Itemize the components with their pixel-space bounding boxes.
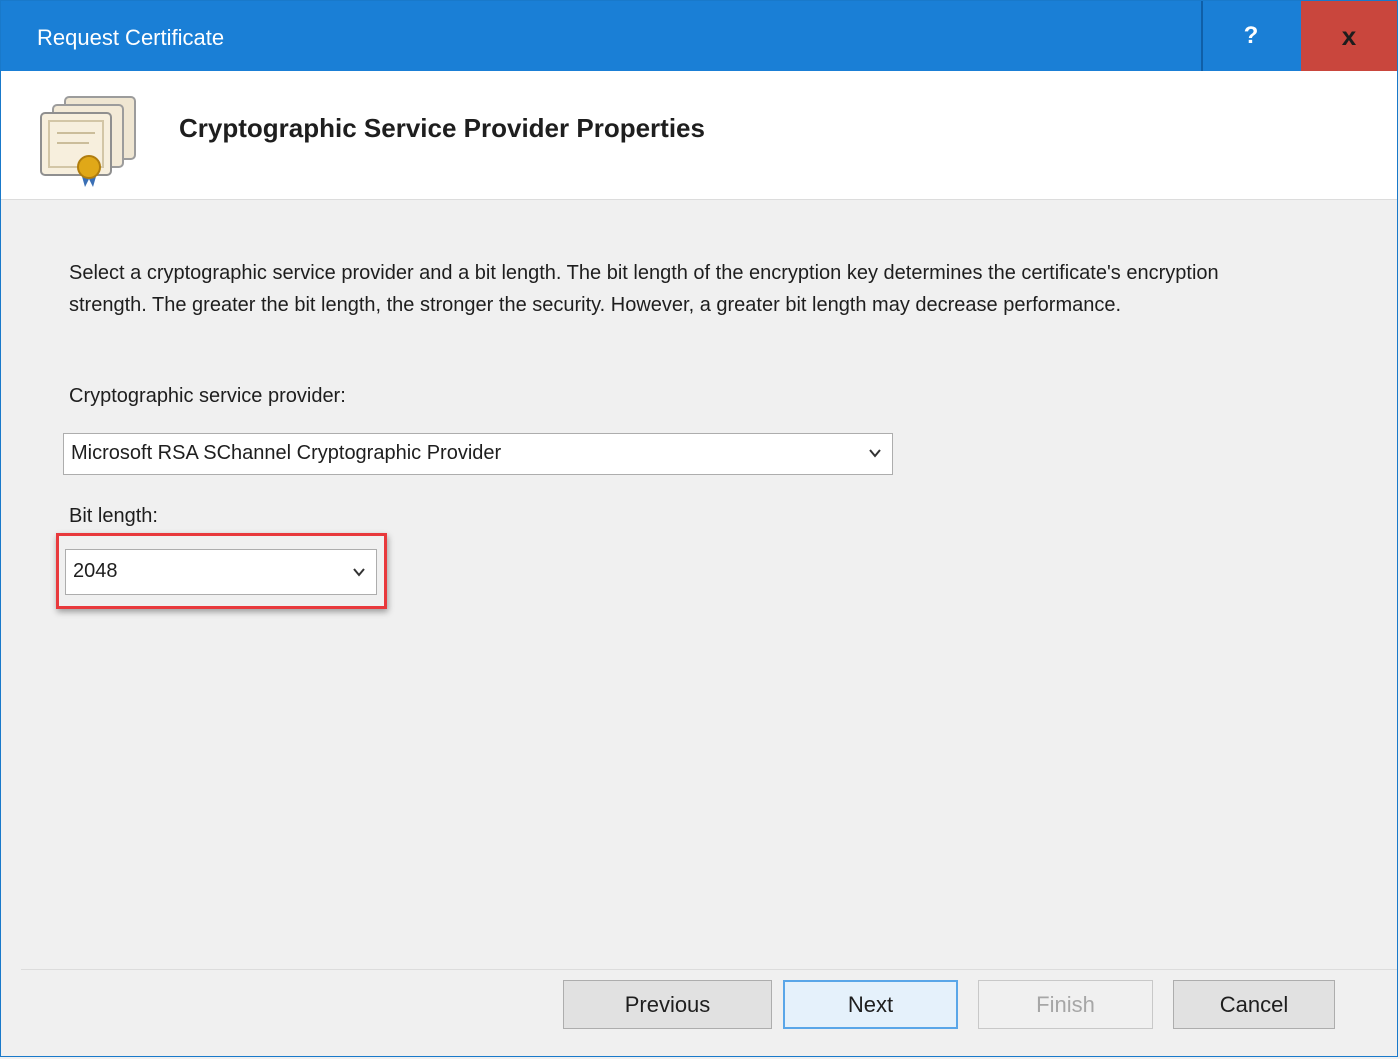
description-text: Select a cryptographic service provider …	[69, 262, 1219, 316]
bit-length-dropdown[interactable]: 2048	[65, 549, 377, 595]
next-button[interactable]: Next	[783, 980, 958, 1029]
finish-button: Finish	[978, 980, 1153, 1029]
bit-length-label: Bit length:	[69, 505, 158, 527]
help-button[interactable]: ?	[1201, 1, 1299, 71]
bit-length-value: 2048	[73, 560, 118, 582]
close-button[interactable]: x	[1301, 1, 1397, 71]
request-certificate-dialog: Request Certificate ? x Cryptographic Se…	[0, 0, 1398, 1057]
provider-dropdown[interactable]: Microsoft RSA SChannel Cryptographic Pro…	[63, 433, 893, 475]
provider-label: Cryptographic service provider:	[69, 385, 346, 407]
certificate-icon	[40, 96, 136, 187]
wizard-header: Cryptographic Service Provider Propertie…	[1, 71, 1397, 200]
chevron-down-icon	[353, 568, 365, 577]
chevron-down-icon	[869, 449, 881, 458]
cancel-button[interactable]: Cancel	[1173, 980, 1335, 1029]
title-bar[interactable]: Request Certificate ? x	[1, 1, 1397, 71]
page-title: Cryptographic Service Provider Propertie…	[179, 113, 705, 143]
footer-divider	[21, 969, 1397, 970]
provider-value: Microsoft RSA SChannel Cryptographic Pro…	[71, 442, 502, 464]
previous-button[interactable]: Previous	[563, 980, 772, 1029]
window-title: Request Certificate	[37, 25, 225, 50]
